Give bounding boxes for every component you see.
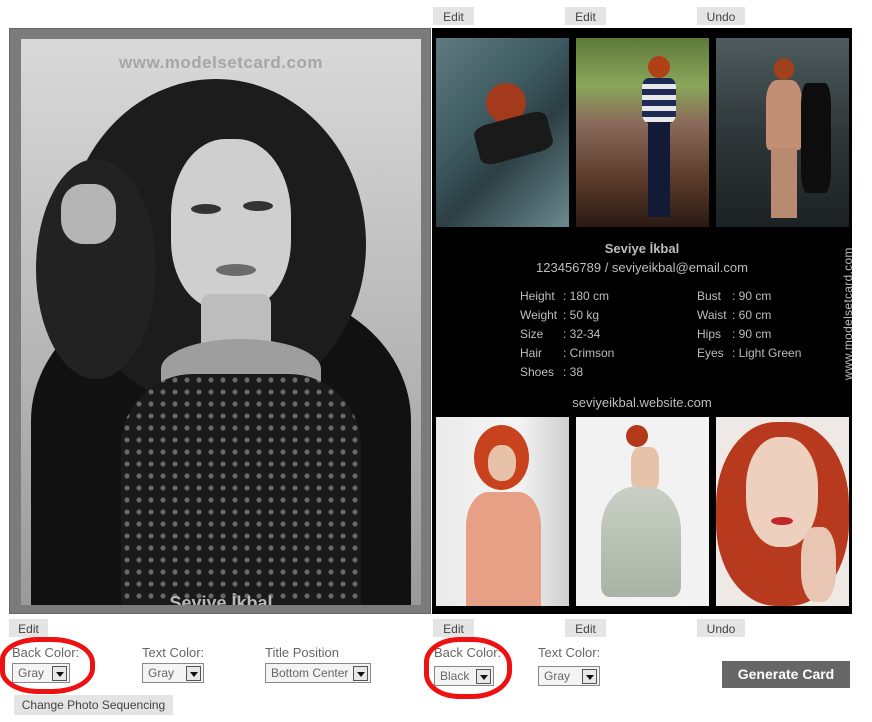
stat-hips-value: : 90 cm [732,327,772,341]
stat-size-value: : 32-34 [563,327,601,341]
stat-weight-value: : 50 kg [563,308,600,322]
stat-hair-label: Hair [520,346,543,360]
stat-shoes-label: Shoes [520,365,555,379]
stat-waist-label: Waist [697,308,727,322]
photo-figure-body [472,108,555,168]
photo-lips [216,264,256,276]
photo-figure-legs [648,122,670,217]
right-text-color-select[interactable]: Gray [538,666,600,686]
title-position-value: Bottom Center [271,666,349,680]
photo-slot-bottom-3[interactable] [716,417,849,606]
stat-weight-label: Weight [520,308,558,322]
photo-figure-hair [626,425,648,447]
right-card-watermark: www.modelsetcard.com [827,246,855,380]
stat-bust-label: Bust [697,289,722,303]
edit-left-card-bottom-button[interactable]: Edit [9,619,48,637]
undo-top-button[interactable]: Undo [697,7,745,25]
stat-eyes-value: : Light Green [732,346,802,360]
generate-card-button[interactable]: Generate Card [722,661,850,688]
photo-face [171,139,291,309]
stat-waist-value: : 60 cm [732,308,772,322]
chevron-down-icon [353,666,368,681]
photo-figure-hand [801,527,836,602]
photo-slot-bottom-2[interactable] [576,417,709,606]
photo-figure-lips [771,517,793,525]
chevron-down-icon [582,669,597,684]
edit-right-card-top-button[interactable]: Edit [565,7,606,25]
left-card-name-title: Seviye İkbal [169,593,273,605]
stat-hips-label: Hips [697,327,722,341]
edit-bottom-b-button[interactable]: Edit [565,619,606,637]
left-main-photo[interactable]: www.modelsetcard.com Seviye İkbal [21,39,421,605]
right-card-model-name: Seviye İkbal [604,241,680,256]
photo-eye-right [243,201,273,211]
photo-figure [648,56,670,78]
right-card-watermark-text: www.modelsetcard.com [841,247,855,380]
left-text-color-select[interactable]: Gray [142,663,204,683]
left-card-watermark: www.modelsetcard.com [119,53,323,72]
highlight-ring-left [0,637,95,694]
photo-figure-gown [601,487,681,597]
change-photo-sequencing-button[interactable]: Change Photo Sequencing [14,695,173,715]
left-card-panel: www.modelsetcard.com Seviye İkbal [9,28,431,614]
right-text-color-label: Text Color: [538,645,601,660]
photo-figure [774,58,794,80]
photo-slot-bottom-1[interactable] [436,417,569,606]
photo-raised-arm [61,184,116,244]
photo-slot-top-2[interactable] [576,38,709,227]
photo-figure-back [631,447,659,492]
edit-bottom-a-button[interactable]: Edit [433,619,474,637]
stat-height-value: : 180 cm [563,289,610,303]
stat-height-label: Height [520,289,555,303]
stat-shoes-value: : 38 [563,365,584,379]
photo-figure-top [642,78,676,123]
photo-figure-coat [466,492,541,606]
right-card-panel: Seviye İkbal 123456789 / seviyeikbal@ema… [432,28,855,614]
photo-slot-top-1[interactable] [436,38,569,227]
photo-lace-top [121,374,361,605]
photo-figure-face [488,445,516,481]
right-text-color-value: Gray [544,669,571,683]
photo-figure-legs [771,148,797,218]
title-position-select[interactable]: Bottom Center [265,663,371,683]
photo-eye-left [191,204,221,214]
right-card-contact: 123456789 / seviyeikbal@email.com [536,260,748,275]
highlight-ring-right [424,637,512,699]
photo-figure-body [766,80,802,150]
undo-bottom-button[interactable]: Undo [697,619,745,637]
left-text-color-value: Gray [148,666,175,680]
photo-figure-coat [801,83,831,193]
title-position-label: Title Position [265,645,339,660]
stat-hair-value: : Crimson [563,346,615,360]
right-card-website: seviyeikbal.website.com [572,395,712,410]
stat-size-label: Size [520,327,544,341]
stat-bust-value: : 90 cm [732,289,772,303]
edit-left-card-top-button[interactable]: Edit [433,7,474,25]
stat-eyes-label: Eyes [697,346,724,360]
chevron-down-icon [186,666,201,681]
photo-slot-top-3[interactable] [716,38,849,227]
left-text-color-label: Text Color: [142,645,205,660]
